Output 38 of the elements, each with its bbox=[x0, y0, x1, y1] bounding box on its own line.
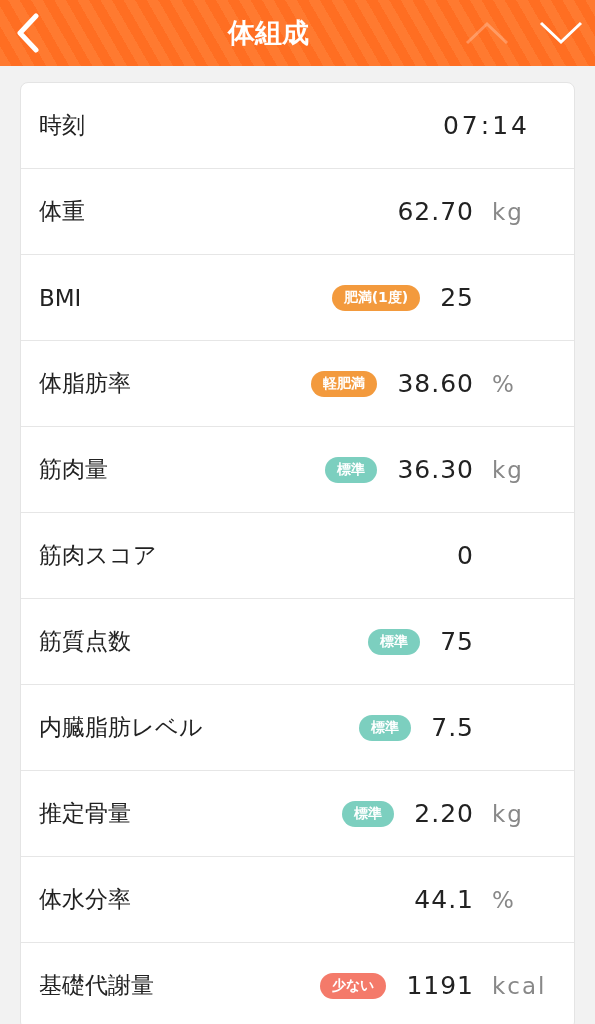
measure-value: 0 bbox=[457, 541, 474, 570]
unit-label: % bbox=[492, 886, 516, 913]
back-icon[interactable] bbox=[16, 13, 40, 53]
row-label: 推定骨量 bbox=[39, 799, 131, 828]
row-label: 内臓脂肪レベル bbox=[39, 713, 203, 742]
unit-label: % bbox=[492, 370, 516, 397]
measure-value: 7.5 bbox=[431, 713, 474, 742]
row-label: 時刻 bbox=[39, 111, 85, 140]
measure-value: 36.30 bbox=[397, 455, 474, 484]
row-label: 筋肉スコア bbox=[39, 541, 157, 570]
measure-value: 75 bbox=[440, 627, 474, 656]
status-badge: 軽肥満 bbox=[311, 370, 378, 397]
row-label: 体脂肪率 bbox=[39, 369, 131, 398]
row-label: 体水分率 bbox=[39, 885, 131, 914]
row-label: 体重 bbox=[39, 197, 85, 226]
status-badge: 少ない bbox=[320, 972, 387, 999]
measure-value: 44.1 bbox=[414, 885, 474, 914]
status-badge: 肥満(1度) bbox=[331, 284, 421, 311]
unit-label: kg bbox=[492, 198, 524, 225]
time-value: 07:14 bbox=[442, 111, 530, 140]
header-title: 体組成 bbox=[228, 16, 309, 50]
unit-label: kg bbox=[492, 456, 524, 483]
status-badge: 標準 bbox=[325, 456, 378, 483]
measure-value: 2.20 bbox=[414, 799, 474, 828]
unit-label: kcal bbox=[492, 972, 547, 999]
row-label: 基礎代謝量 bbox=[39, 971, 154, 1000]
row-label: 筋質点数 bbox=[39, 627, 131, 656]
unit-label: kg bbox=[492, 800, 524, 827]
measure-value: 62.70 bbox=[397, 197, 474, 226]
row-label: 筋肉量 bbox=[39, 455, 108, 484]
status-badge: 標準 bbox=[359, 714, 412, 741]
measure-value: 38.60 bbox=[397, 369, 474, 398]
status-badge: 標準 bbox=[342, 800, 395, 827]
status-badge: 標準 bbox=[368, 628, 421, 655]
measure-value: 25 bbox=[440, 283, 474, 312]
measure-value: 1191 bbox=[406, 971, 474, 1000]
row-label: BMI bbox=[39, 284, 82, 311]
chevron-down-icon[interactable] bbox=[539, 21, 583, 45]
